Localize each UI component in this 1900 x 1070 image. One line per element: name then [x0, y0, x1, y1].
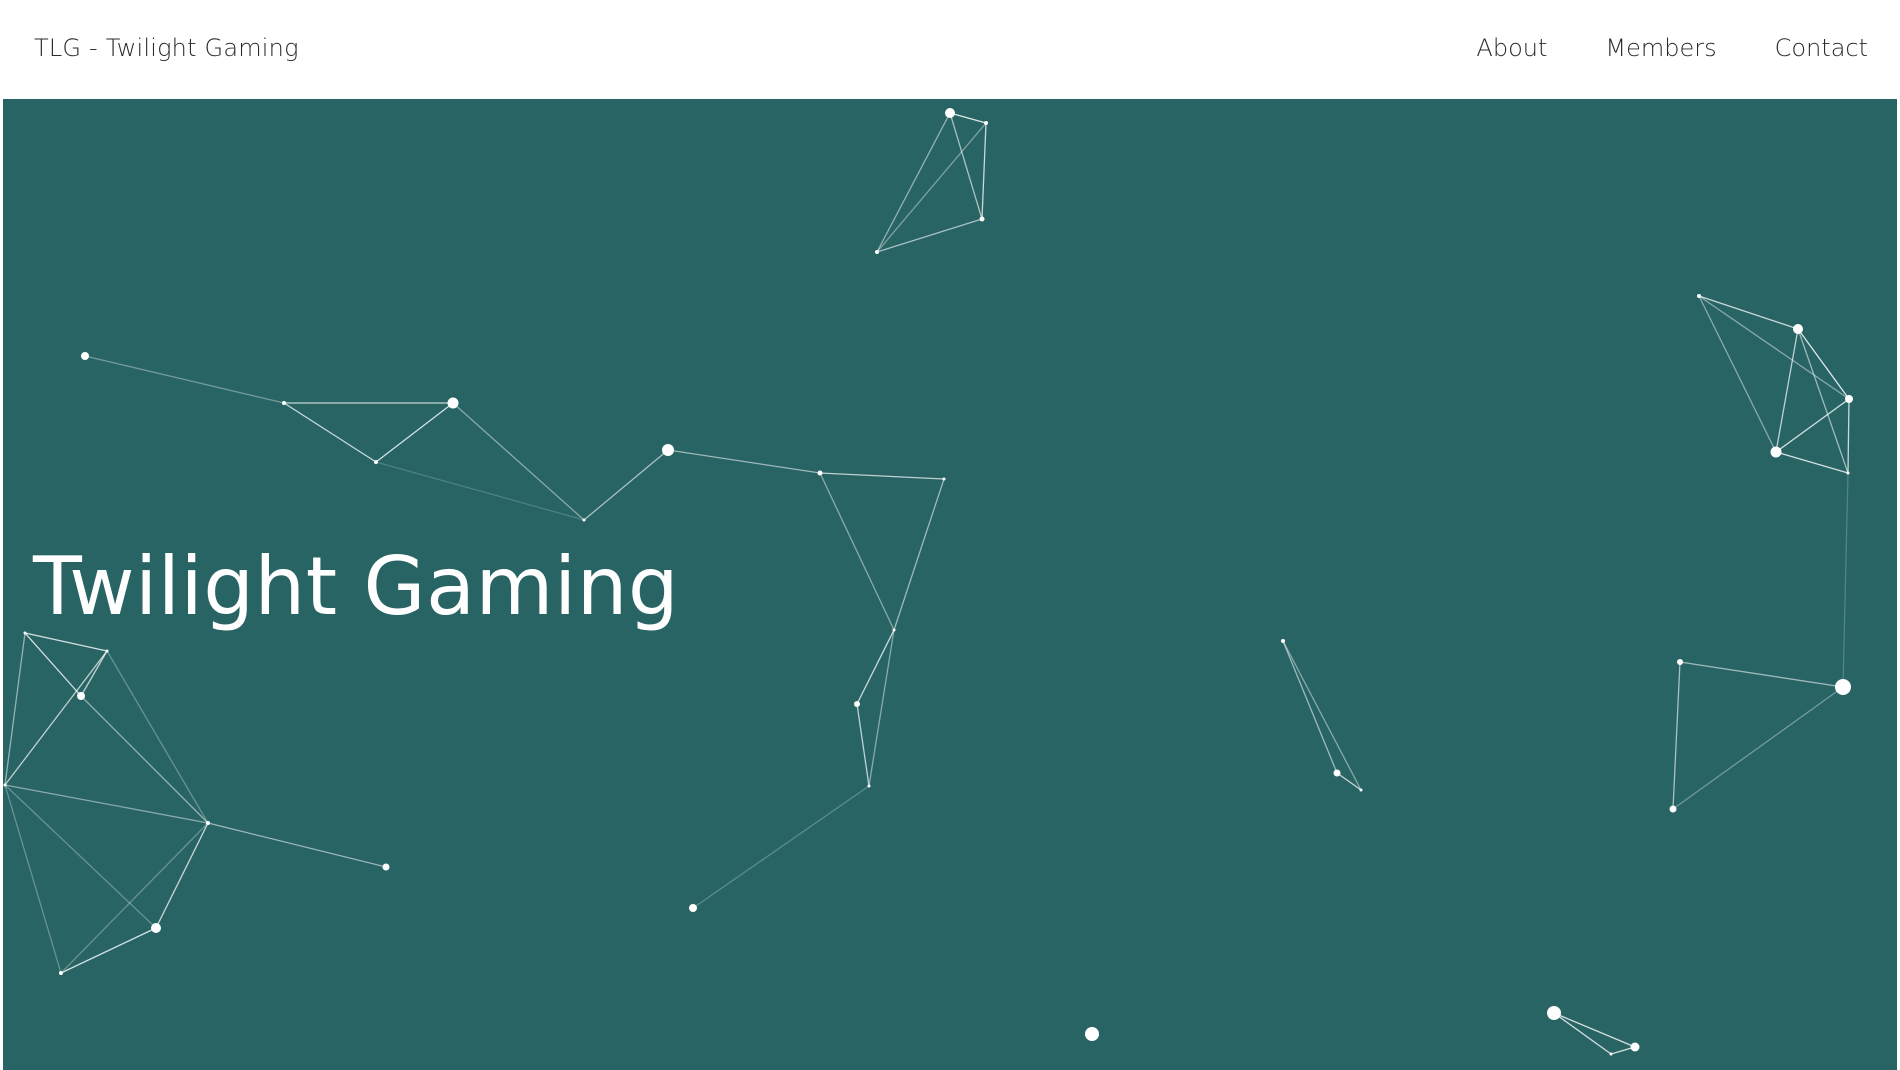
network-node: [984, 121, 988, 125]
site-header: TLG - Twilight Gaming About Members Cont…: [0, 0, 1900, 99]
network-link: [1775, 451, 1849, 474]
network-node: [1333, 769, 1341, 777]
network-node: [875, 250, 879, 254]
brand-link[interactable]: TLG - Twilight Gaming: [34, 34, 299, 62]
network-link: [84, 355, 285, 404]
hero-title: Twilight Gaming: [33, 540, 680, 633]
network-node: [582, 518, 586, 522]
network-node: [1359, 788, 1363, 792]
network-node: [1630, 1042, 1640, 1052]
network-node: [3, 783, 7, 787]
network-node: [1770, 446, 1782, 458]
network-node: [374, 460, 378, 464]
network-link: [1282, 640, 1362, 791]
network-link: [876, 122, 987, 253]
network-link: [1698, 295, 1850, 400]
network-node: [689, 904, 697, 912]
network-link: [1797, 328, 1850, 400]
network-link: [375, 461, 585, 521]
network-link: [856, 703, 870, 787]
network-node: [1547, 1006, 1561, 1020]
network-link: [283, 402, 377, 463]
network-node: [662, 444, 674, 456]
network-node: [206, 821, 210, 825]
network-link: [893, 478, 945, 631]
network-node: [447, 397, 459, 409]
network-node: [892, 628, 896, 632]
network-link: [1672, 686, 1844, 810]
network-link: [1672, 661, 1681, 810]
network-link: [4, 784, 157, 929]
network-link: [583, 449, 669, 521]
network-link: [207, 822, 387, 868]
network-node: [867, 784, 871, 788]
network-link: [1698, 295, 1777, 453]
network-link: [452, 402, 585, 521]
network-link: [692, 785, 870, 909]
network-node: [81, 352, 89, 360]
nav-link-members[interactable]: Members: [1605, 34, 1716, 62]
network-link: [1775, 328, 1799, 453]
network-node: [1609, 1052, 1613, 1056]
network-link: [1336, 772, 1362, 791]
network-node: [1281, 639, 1285, 643]
network-link: [4, 784, 62, 974]
network-node: [77, 692, 85, 700]
network-node: [1793, 324, 1803, 334]
nav-link-contact[interactable]: Contact: [1775, 34, 1868, 62]
network-link: [375, 402, 454, 463]
network-node: [23, 631, 27, 635]
network-link: [1679, 661, 1844, 688]
network-node: [282, 401, 286, 405]
network-link: [876, 112, 951, 253]
network-node: [1846, 471, 1850, 475]
network-link: [1282, 640, 1338, 774]
network-node: [59, 971, 63, 975]
network-link: [24, 632, 82, 697]
network-link: [155, 822, 209, 929]
network-link: [24, 632, 108, 652]
network-node: [945, 108, 955, 118]
network-link: [1847, 398, 1850, 474]
network-link: [949, 112, 987, 124]
network-link: [1842, 472, 1849, 688]
network-node: [151, 923, 161, 933]
network-link: [1797, 328, 1849, 474]
network-node: [1835, 679, 1851, 695]
network-link: [819, 472, 895, 631]
network-link: [949, 112, 983, 220]
network-node: [105, 649, 109, 653]
network-node: [1669, 805, 1677, 813]
network-node: [1085, 1027, 1099, 1041]
network-link: [80, 650, 108, 697]
nav-link-about[interactable]: About: [1476, 34, 1547, 62]
network-link: [981, 122, 987, 220]
network-node: [1697, 294, 1701, 298]
network-node: [817, 470, 823, 476]
network-link: [667, 449, 821, 474]
network-node: [1677, 659, 1683, 665]
network-node: [979, 216, 985, 222]
network-node: [382, 863, 390, 871]
main-nav: About Members Contact: [1476, 34, 1868, 62]
network-link: [60, 927, 157, 974]
network-link: [819, 472, 945, 480]
network-link: [876, 218, 983, 253]
network-link: [1698, 295, 1799, 330]
network-node: [1845, 395, 1853, 403]
network-node: [854, 701, 860, 707]
network-link: [868, 629, 895, 787]
network-link: [4, 784, 209, 824]
network-node: [942, 477, 946, 481]
hero-section: Twilight Gaming: [3, 99, 1897, 1070]
network-link: [60, 822, 209, 974]
